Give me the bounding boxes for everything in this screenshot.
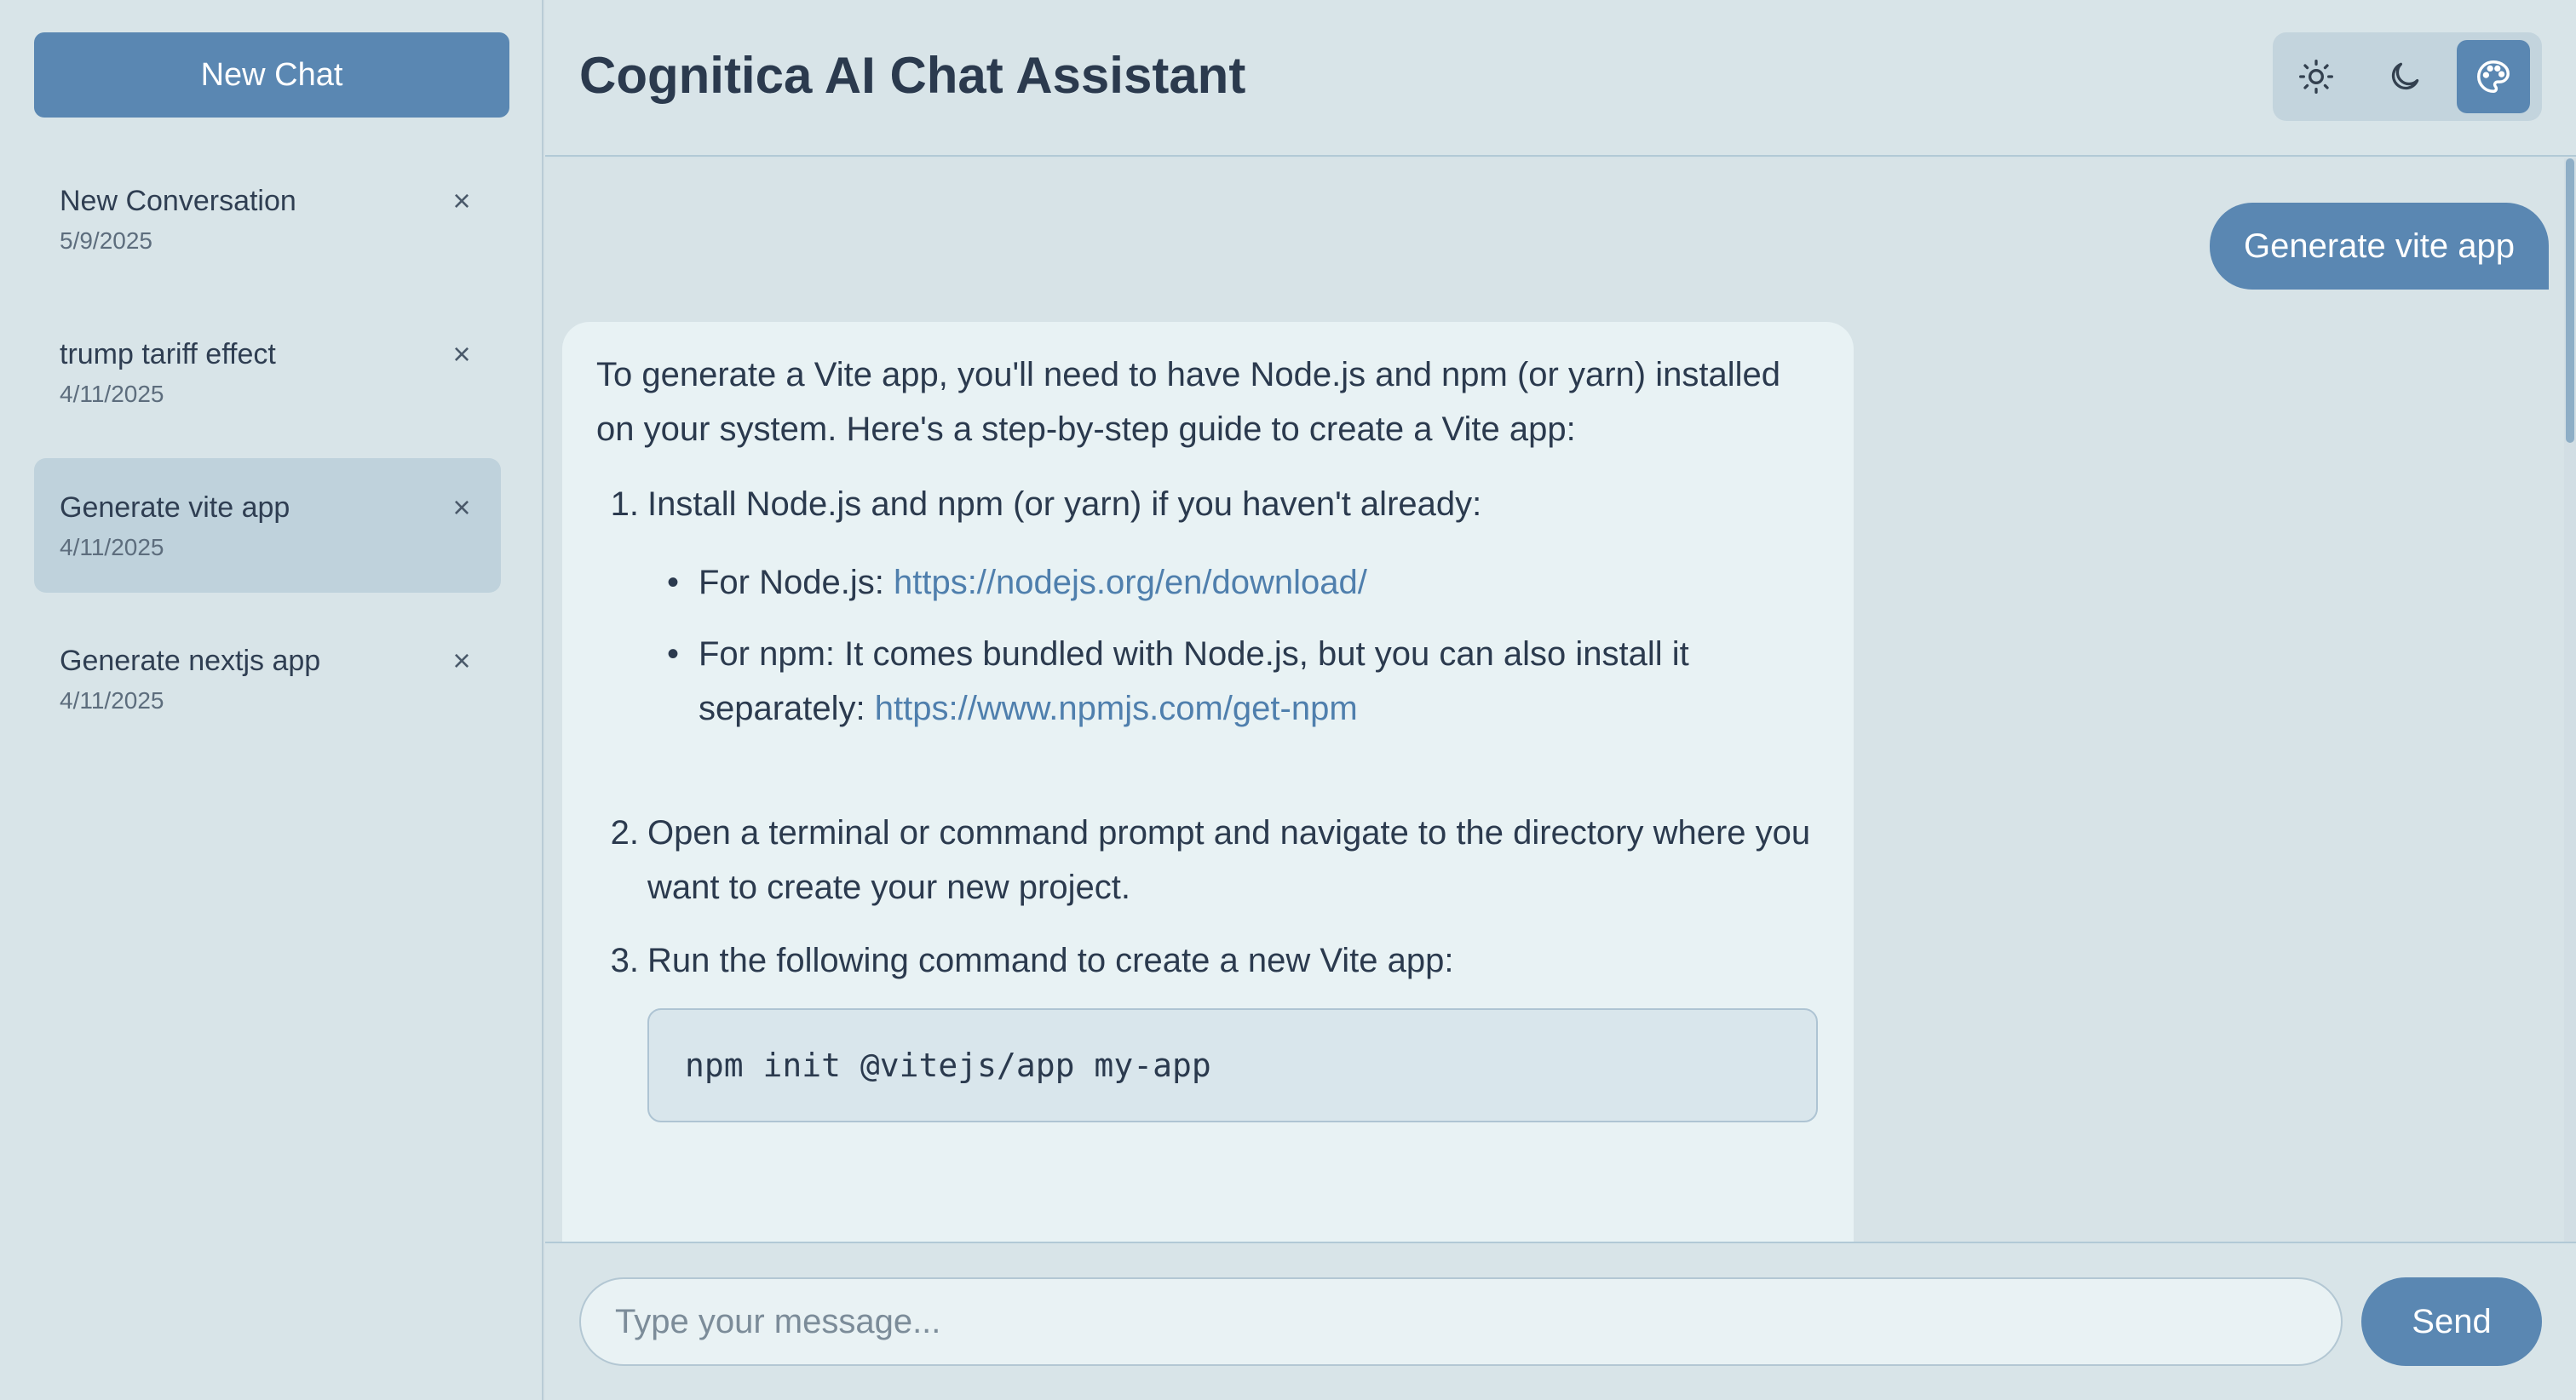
message-input[interactable] <box>579 1277 2343 1366</box>
scrollbar-thumb[interactable] <box>2566 158 2574 443</box>
assistant-message: To generate a Vite app, you'll need to h… <box>562 322 1854 1242</box>
conversation-item-active[interactable]: Generate vite app 4/11/2025 × <box>34 458 501 593</box>
conversation-title: trump tariff effect <box>60 338 276 370</box>
npm-link[interactable]: https://www.npmjs.com/get-npm <box>875 690 1358 727</box>
conversation-title: New Conversation <box>60 185 296 217</box>
close-icon[interactable]: × <box>446 643 477 678</box>
step-number: 3. <box>610 942 639 979</box>
conversation-date: 5/9/2025 <box>60 227 152 254</box>
header: Cognitica AI Chat Assistant <box>545 0 2576 157</box>
step-item: 1. Install Node.js and npm (or yarn) if … <box>596 477 1820 787</box>
bullet-text: For Node.js: <box>699 564 894 601</box>
bullet-dot: • <box>666 635 679 673</box>
theme-switcher <box>2273 32 2542 121</box>
new-chat-button[interactable]: New Chat <box>34 32 509 118</box>
page-title: Cognitica AI Chat Assistant <box>579 47 1246 104</box>
nodejs-link[interactable]: https://nodejs.org/en/download/ <box>894 564 1367 601</box>
main-panel: Cognitica AI Chat Assistant Generate vit… <box>545 0 2576 1400</box>
step-text: Run the following command to create a ne… <box>647 942 1454 979</box>
bullet-list: • For Node.js: https://nodejs.org/en/dow… <box>647 555 1820 736</box>
step-number: 1. <box>610 485 639 523</box>
conversation-item[interactable]: New Conversation 5/9/2025 × <box>34 152 501 286</box>
close-icon[interactable]: × <box>446 183 477 218</box>
dark-theme-button[interactable] <box>2368 40 2441 113</box>
scrollbar[interactable] <box>2564 158 2576 1242</box>
sidebar: New Chat New Conversation 5/9/2025 × tru… <box>0 0 543 1400</box>
step-item: 3. Run the following command to create a… <box>596 933 1820 1122</box>
conversation-date: 4/11/2025 <box>60 686 164 714</box>
sun-icon <box>2299 60 2333 94</box>
composer: Send <box>545 1242 2576 1400</box>
conversation-item[interactable]: Generate nextjs app 4/11/2025 × <box>34 611 501 746</box>
palette-icon <box>2477 60 2510 93</box>
conversation-title: Generate vite app <box>60 491 290 524</box>
bullet-item: • For npm: It comes bundled with Node.js… <box>647 627 1820 736</box>
close-icon[interactable]: × <box>446 490 477 525</box>
send-button[interactable]: Send <box>2361 1277 2542 1366</box>
step-text: Open a terminal or command prompt and na… <box>647 814 1811 906</box>
light-theme-button[interactable] <box>2280 40 2353 113</box>
bullet-dot: • <box>666 564 679 601</box>
user-message: Generate vite app <box>2210 203 2549 290</box>
conversation-title: Generate nextjs app <box>60 645 321 677</box>
bullet-item: • For Node.js: https://nodejs.org/en/dow… <box>647 555 1820 610</box>
chat-app: New Chat New Conversation 5/9/2025 × tru… <box>0 0 2576 1400</box>
custom-theme-button[interactable] <box>2457 40 2530 113</box>
conversation-list: New Conversation 5/9/2025 × trump tariff… <box>34 152 501 765</box>
assistant-intro: To generate a Vite app, you'll need to h… <box>596 356 1780 448</box>
step-text: Install Node.js and npm (or yarn) if you… <box>647 485 1482 523</box>
step-number: 2. <box>610 814 639 852</box>
conversation-item[interactable]: trump tariff effect 4/11/2025 × <box>34 305 501 439</box>
conversation-date: 4/11/2025 <box>60 533 164 560</box>
conversation-date: 4/11/2025 <box>60 380 164 407</box>
chat-messages[interactable]: Generate vite app To generate a Vite app… <box>545 158 2576 1242</box>
code-block[interactable]: npm init @vitejs/app my-app <box>647 1008 1818 1122</box>
moon-icon <box>2391 62 2419 90</box>
close-icon[interactable]: × <box>446 336 477 371</box>
step-item: 2. Open a terminal or command prompt and… <box>596 806 1820 915</box>
